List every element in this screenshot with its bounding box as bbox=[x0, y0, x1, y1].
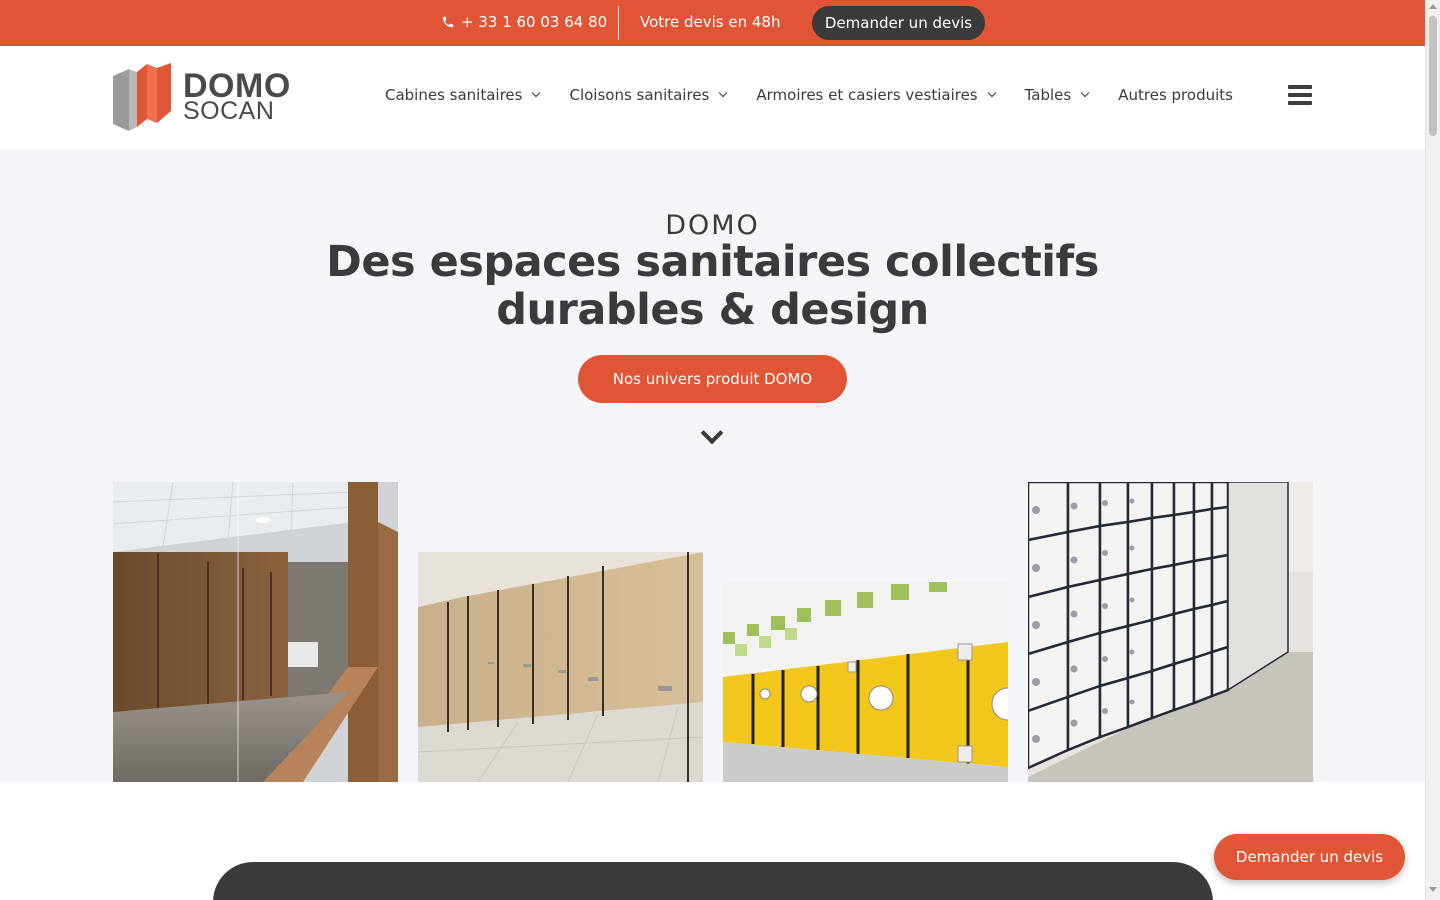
chevron-down-icon bbox=[532, 88, 541, 98]
scroll-down-arrow-icon[interactable] bbox=[1429, 887, 1437, 892]
nav-label: Cabines sanitaires bbox=[385, 86, 523, 104]
floating-request-quote-button[interactable]: Demander un devis bbox=[1214, 834, 1405, 880]
hero-headline-line1: Des espaces sanitaires collectifs bbox=[326, 237, 1099, 287]
phone-number: + 33 1 60 03 64 80 bbox=[461, 13, 608, 31]
top-bar: + 33 1 60 03 64 80 Votre devis en 48h De… bbox=[0, 0, 1425, 46]
hero-photo-yellow-cabins bbox=[723, 582, 1008, 782]
nav-label: Cloisons sanitaires bbox=[569, 86, 710, 104]
product-universe-button[interactable]: Nos univers produit DOMO bbox=[578, 355, 847, 403]
nav-item-cabines[interactable]: Cabines sanitaires bbox=[385, 86, 541, 104]
chevron-down-icon bbox=[1080, 88, 1090, 98]
phone-icon bbox=[442, 16, 454, 28]
divider bbox=[618, 6, 619, 40]
phone-link[interactable]: + 33 1 60 03 64 80 bbox=[441, 13, 607, 31]
site-header: DOMO SOCAN Cabines sanitaires Cloisons s… bbox=[0, 46, 1425, 149]
chevron-down-icon[interactable] bbox=[700, 421, 724, 445]
nav-label: Tables bbox=[1024, 86, 1072, 104]
quote-time-text: Votre devis en 48h bbox=[640, 13, 781, 31]
hero-headline: Des espaces sanitaires collectifs durabl… bbox=[0, 238, 1425, 334]
scroll-up-arrow-icon[interactable] bbox=[1429, 4, 1437, 9]
nav-item-tables[interactable]: Tables bbox=[1024, 86, 1090, 104]
logo-mark bbox=[113, 63, 171, 131]
request-quote-button[interactable]: Demander un devis bbox=[812, 6, 985, 40]
hero-photo-light-partitions bbox=[418, 552, 703, 782]
nav-item-cloisons[interactable]: Cloisons sanitaires bbox=[569, 86, 728, 104]
hero-photo-lockers bbox=[1028, 482, 1313, 782]
hamburger-menu-icon[interactable] bbox=[1288, 85, 1312, 105]
logo-text-socan: SOCAN bbox=[183, 97, 275, 125]
page-scrollbar[interactable] bbox=[1425, 0, 1440, 900]
hero-headline-line2: durables & design bbox=[496, 285, 929, 335]
chevron-down-icon bbox=[719, 88, 728, 98]
hero-photo-wood-cabins bbox=[113, 482, 398, 782]
chevron-down-icon bbox=[987, 88, 996, 98]
main-nav: Cabines sanitaires Cloisons sanitaires A… bbox=[385, 86, 1233, 104]
nav-label: Autres produits bbox=[1118, 86, 1233, 104]
nav-label: Armoires et casiers vestiaires bbox=[756, 86, 978, 104]
nav-item-armoires[interactable]: Armoires et casiers vestiaires bbox=[756, 86, 996, 104]
nav-item-autres[interactable]: Autres produits bbox=[1118, 86, 1233, 104]
next-section-card bbox=[213, 862, 1213, 900]
logo[interactable]: DOMO SOCAN bbox=[113, 61, 298, 133]
scrollbar-thumb[interactable] bbox=[1429, 16, 1437, 136]
